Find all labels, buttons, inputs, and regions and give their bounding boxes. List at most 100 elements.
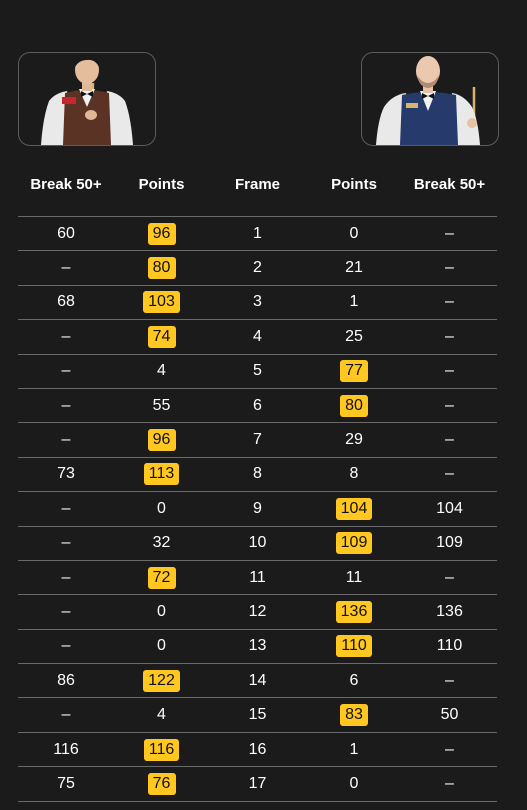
right-points-value-winner-badge: 109 <box>335 532 373 555</box>
right-break-value-cell: – <box>402 423 497 456</box>
header-right-points: Points <box>331 176 377 193</box>
frame-number-cell: 12 <box>209 595 306 628</box>
right-break-value-cell: – <box>402 286 497 319</box>
score-table-header: Break 50+ Points Frame Points Break 50+ <box>18 172 497 198</box>
left-break-value: 68 <box>57 293 75 311</box>
right-break-value-cell: – <box>402 664 497 697</box>
left-break-value-cell: – <box>18 561 114 594</box>
right-break-value-cell: – <box>402 767 497 800</box>
right-points-value-cell: 0 <box>306 217 402 250</box>
left-points-value-cell: 76 <box>114 767 209 800</box>
left-points-value-winner-badge: 80 <box>147 257 176 280</box>
frame-number: 8 <box>253 465 262 483</box>
right-points-value-cell: 0 <box>306 767 402 800</box>
right-break-value: – <box>445 431 454 449</box>
right-break-value-cell: – <box>402 733 497 766</box>
right-points-value-cell: 29 <box>306 423 402 456</box>
right-points-value-cell: 6 <box>306 664 402 697</box>
table-row: 68 103 3 1 – <box>18 286 497 321</box>
right-points-value-cell: 1 <box>306 286 402 319</box>
left-points-value: 0 <box>157 602 166 620</box>
table-row: 86 122 14 6 – <box>18 664 497 699</box>
right-break-value: – <box>445 568 454 586</box>
left-break-value: – <box>61 568 71 586</box>
right-points-value-cell: 136 <box>306 595 402 628</box>
frame-number: 5 <box>253 362 262 380</box>
left-points-value: 4 <box>157 362 166 380</box>
player-left-photo <box>41 54 133 145</box>
left-break-value: 75 <box>57 774 75 792</box>
left-break-value-cell: – <box>18 630 114 663</box>
frame-number: 2 <box>253 259 262 277</box>
right-points-value-winner-badge: 136 <box>335 600 373 623</box>
left-points-value-winner-badge: 74 <box>147 325 176 348</box>
right-break-value-cell: – <box>402 561 497 594</box>
table-row: – 0 13 110 110 <box>18 630 497 665</box>
right-break-value-cell: 50 <box>402 698 497 731</box>
right-points-value-winner-badge: 80 <box>340 394 368 417</box>
left-break-value: – <box>61 534 71 552</box>
table-row: – 32 10 109 109 <box>18 527 497 561</box>
right-points-value: 29 <box>345 431 363 449</box>
table-row: – 0 12 136 136 <box>18 595 497 630</box>
player-right-card <box>361 52 499 146</box>
left-points-value-cell: 55 <box>114 389 209 422</box>
frame-number: 6 <box>253 396 262 414</box>
frame-number: 13 <box>248 637 267 655</box>
frame-number: 16 <box>248 740 267 758</box>
left-points-value-cell: 0 <box>114 492 209 525</box>
left-break-value-cell: – <box>18 320 114 353</box>
right-points-value-cell: 25 <box>306 320 402 353</box>
left-break-value-cell: – <box>18 698 114 731</box>
frame-number-cell: 7 <box>209 423 306 456</box>
table-row: – 55 6 80 – <box>18 389 497 424</box>
frame-number: 12 <box>248 602 267 620</box>
left-break-value: – <box>61 706 71 724</box>
left-break-value: – <box>61 362 71 380</box>
left-points-value-winner-badge: 122 <box>143 669 180 692</box>
left-break-value: – <box>61 637 71 655</box>
left-break-value-cell: – <box>18 251 114 284</box>
right-break-value: – <box>445 465 454 483</box>
frame-number-cell: 10 <box>209 527 306 560</box>
right-points-value: 25 <box>345 327 363 345</box>
player-right-photo <box>376 56 480 145</box>
right-points-value: 21 <box>345 259 363 277</box>
left-break-value-cell: – <box>18 492 114 525</box>
frame-number: 7 <box>253 431 262 449</box>
frame-number-cell: 2 <box>209 251 306 284</box>
right-points-value-cell: 1 <box>306 733 402 766</box>
right-break-value-cell: 104 <box>402 492 497 525</box>
frame-number-cell: 13 <box>209 630 306 663</box>
left-break-value-cell: 68 <box>18 286 114 319</box>
right-points-value-winner-badge: 104 <box>335 497 373 520</box>
header-left-break: Break 50+ <box>30 176 102 193</box>
left-break-value-cell: – <box>18 595 114 628</box>
frame-number: 4 <box>253 327 262 345</box>
right-break-value-cell: – <box>402 389 497 422</box>
frame-number-cell: 16 <box>209 733 306 766</box>
left-break-value: – <box>61 327 71 345</box>
right-break-value-cell: 136 <box>402 595 497 628</box>
table-row: 116 116 16 1 – <box>18 733 497 768</box>
left-break-value-cell: – <box>18 423 114 456</box>
frame-number-cell: 5 <box>209 355 306 388</box>
right-points-value-cell: 80 <box>306 389 402 422</box>
left-points-value-winner-badge: 72 <box>147 566 176 589</box>
left-break-value-cell: 73 <box>18 458 114 491</box>
header-frame: Frame <box>234 176 281 193</box>
table-row: 73 113 8 8 – <box>18 458 497 493</box>
left-points-value-cell: 0 <box>114 595 209 628</box>
left-break-value-cell: 86 <box>18 664 114 697</box>
left-break-value-cell: – <box>18 527 114 560</box>
right-break-value: 109 <box>436 534 463 552</box>
left-points-value-winner-badge: 103 <box>143 291 180 314</box>
table-row: – 4 5 77 – <box>18 355 497 389</box>
right-break-value-cell: – <box>402 355 497 388</box>
left-points-value-winner-badge: 96 <box>147 222 176 245</box>
frame-number: 9 <box>253 499 262 517</box>
left-break-value: 86 <box>57 671 75 689</box>
right-break-value: – <box>445 671 454 689</box>
right-break-value: 104 <box>436 499 463 517</box>
right-points-value: 1 <box>349 293 359 311</box>
